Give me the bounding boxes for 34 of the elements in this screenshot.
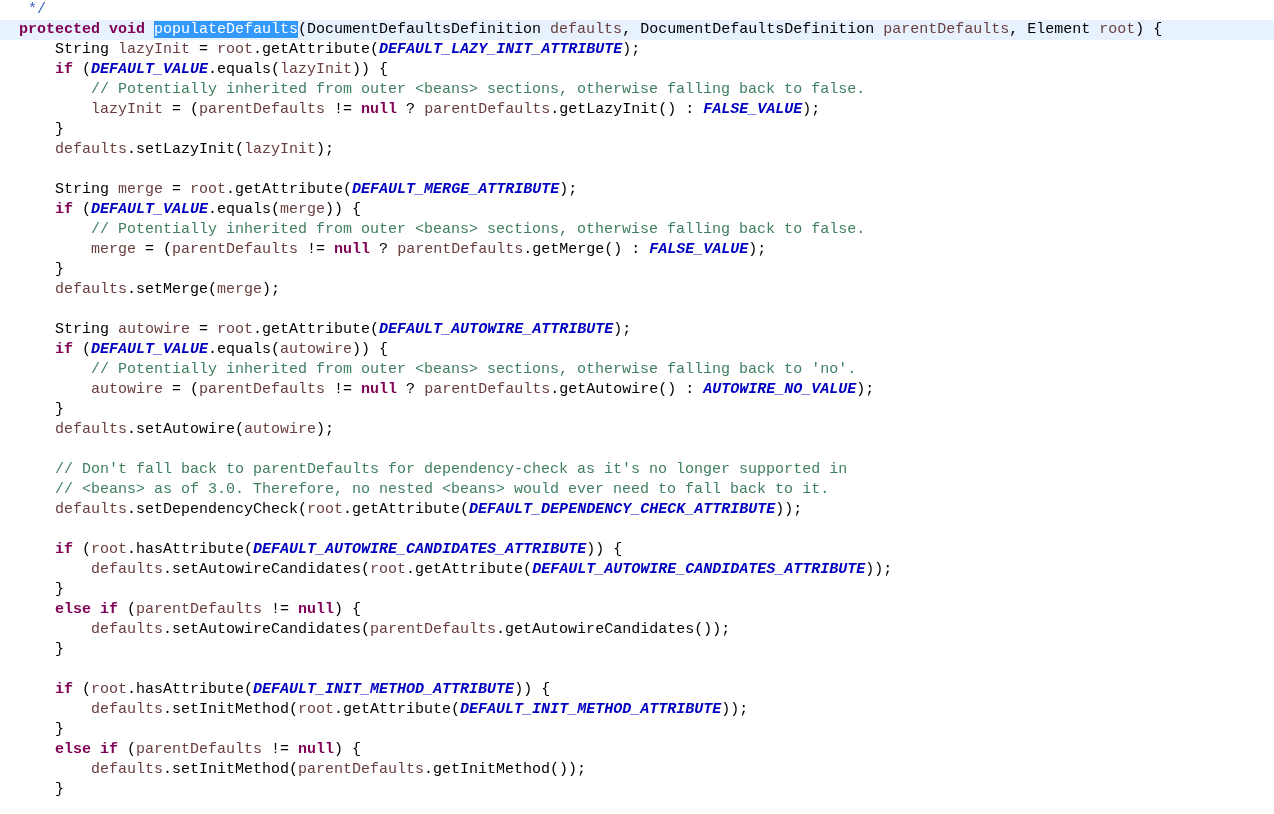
code-line: */ [27,0,47,20]
code-line: String autowire = root.getAttribute(DEFAULT_AUTOWIRE_ATTRIBUTE); [54,320,633,340]
code-line: if (DEFAULT_VALUE.equals(autowire)) { [54,340,390,360]
code-line: } [54,120,65,140]
code-line: defaults.setAutowireCandidates(root.getAttribute(DEFAULT_AUTOWIRE_CANDIDATES_ATTRIBUTE)); [90,560,894,580]
code-line: // Potentially inherited from outer <beans> sections, otherwise falling back to false. [90,80,867,100]
code-line: defaults.setMerge(merge); [54,280,282,300]
code-line: merge = (parentDefaults != null ? parentDefaults.getMerge() : FALSE_VALUE); [90,240,768,260]
code-line: // <beans> as of 3.0. Therefore, no nested <beans> would ever need to fall back to it. [54,480,831,500]
code-line: String merge = root.getAttribute(DEFAULT_MERGE_ATTRIBUTE); [54,180,579,200]
code-line: defaults.setInitMethod(parentDefaults.getInitMethod()); [90,760,588,780]
code-line: } [54,720,65,740]
code-line: if (root.hasAttribute(DEFAULT_AUTOWIRE_CANDIDATES_ATTRIBUTE)) { [54,540,624,560]
code-line: if (DEFAULT_VALUE.equals(merge)) { [54,200,363,220]
code-line: if (DEFAULT_VALUE.equals(lazyInit)) { [54,60,390,80]
code-line: defaults.setDependencyCheck(root.getAttribute(DEFAULT_DEPENDENCY_CHECK_ATTRIBUTE)); [54,500,804,520]
code-line: defaults.setAutowireCandidates(parentDefaults.getAutowireCandidates()); [90,620,732,640]
code-line: // Potentially inherited from outer <beans> sections, otherwise falling back to false. [90,220,867,240]
code-line: else if (parentDefaults != null) { [54,740,363,760]
code-line: defaults.setAutowire(autowire); [54,420,336,440]
code-line: // Potentially inherited from outer <beans> sections, otherwise falling back to 'no'. [90,360,858,380]
code-line: if (root.hasAttribute(DEFAULT_INIT_METHOD_ATTRIBUTE)) { [54,680,552,700]
code-line: } [54,260,65,280]
code-line: } [54,640,65,660]
code-line: else if (parentDefaults != null) { [54,600,363,620]
code-line: lazyInit = (parentDefaults != null ? parentDefaults.getLazyInit() : FALSE_VALUE); [90,100,822,120]
code-line: } [54,780,65,800]
code-line: defaults.setLazyInit(lazyInit); [54,140,336,160]
code-line: String lazyInit = root.getAttribute(DEFAULT_LAZY_INIT_ATTRIBUTE); [54,40,642,60]
code-line: } [54,400,65,420]
code-line: } [54,580,65,600]
code-line: defaults.setInitMethod(root.getAttribute(DEFAULT_INIT_METHOD_ATTRIBUTE)); [90,700,750,720]
code-line: autowire = (parentDefaults != null ? parentDefaults.getAutowire() : AUTOWIRE_NO_VALUE); [90,380,876,400]
code-line: // Don't fall back to parentDefaults for dependency-check as it's no longer supported in [54,460,849,480]
